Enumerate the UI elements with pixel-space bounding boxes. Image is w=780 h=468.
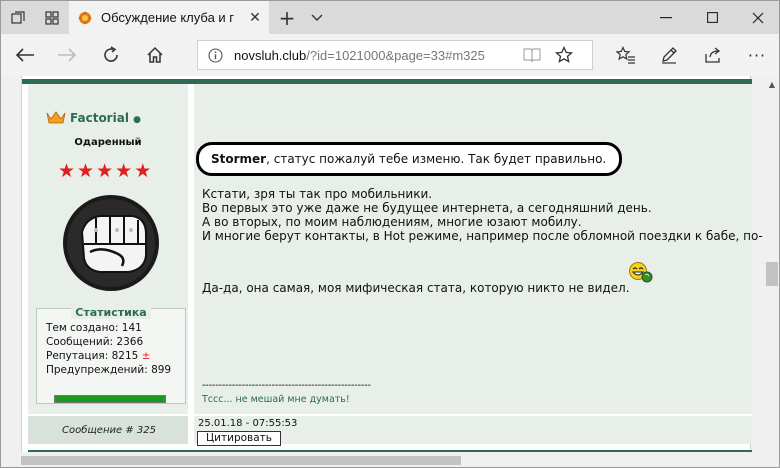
stat-messages: Сообщений: 2366: [46, 336, 144, 348]
message-number-cell: Сообщение # 325: [28, 414, 188, 444]
signature-text: Тссс... не мешай мне думать!: [202, 394, 350, 405]
pen-icon: [662, 47, 677, 64]
minimize-button[interactable]: [643, 1, 689, 34]
refresh-icon: [104, 46, 118, 62]
more-menu-button[interactable]: ···: [739, 39, 775, 71]
author-name[interactable]: Factorial ●: [70, 111, 141, 125]
post-author-panel: Factorial ● Одаренный ★ ★ ★ ★ ★ Статистика Т…: [28, 84, 188, 414]
reply-text: Stormer, статус пожалуй тебе изменю. Так…: [211, 152, 607, 166]
message-line: А во вторых, по моим наблюдениям, многие…: [202, 215, 582, 229]
active-tab[interactable]: Обсуждение клуба и г ✕: [69, 1, 269, 34]
reading-view-icon[interactable]: [523, 47, 541, 63]
share-button[interactable]: [695, 39, 731, 71]
favorites-hub-button[interactable]: [608, 39, 644, 71]
arrow-right-icon: [58, 48, 77, 62]
message-line: И многие берут контакты, в Hot режиме, н…: [202, 229, 763, 243]
url-text: novsluh.club/?id=1021000&page=33#m325: [234, 48, 485, 63]
minimize-icon: [660, 16, 672, 18]
favorites-list-icon: [616, 46, 635, 64]
tab-preview-icon: [45, 10, 59, 25]
horizontal-scrollbar[interactable]: [1, 452, 763, 467]
star-icon: ★: [96, 160, 114, 182]
message-line-second-paragraph: Да-да, она самая, моя мифическая стата, …: [202, 281, 630, 295]
share-icon: [705, 47, 721, 63]
message-line: Во первых это уже даже не будущее интерн…: [202, 201, 652, 215]
new-tab-button[interactable]: +: [273, 1, 301, 34]
star-icon: ★: [77, 160, 95, 182]
warnings-progress-fill: [55, 396, 165, 402]
rating-stars: ★ ★ ★ ★ ★: [58, 162, 151, 181]
back-button[interactable]: [7, 39, 43, 71]
plus-icon: +: [278, 5, 296, 30]
post-date: 25.01.18 - 07:55:53: [198, 418, 298, 429]
message-line: Кстати, зря ты так про мобильники.: [202, 187, 433, 201]
tab-preview-button[interactable]: [35, 1, 69, 34]
web-page: Factorial ● Одаренный ★ ★ ★ ★ ★ Статистика Т…: [1, 76, 763, 467]
more-dots-icon: ···: [747, 45, 767, 65]
tab-dropdown-button[interactable]: [303, 1, 331, 34]
tab-bar: Обсуждение клуба и г ✕ +: [1, 1, 779, 34]
tab-title: Обсуждение клуба и г: [101, 10, 235, 25]
statistics-title: Статистика: [71, 306, 151, 319]
stat-reputation: Репутация: 8215 ±: [46, 350, 151, 362]
fist-avatar-icon[interactable]: [62, 194, 160, 292]
favorite-star-icon[interactable]: [555, 46, 573, 64]
horizontal-scroll-thumb[interactable]: [21, 456, 461, 465]
home-button[interactable]: [137, 39, 173, 71]
maximize-button[interactable]: [689, 1, 735, 34]
online-status-icon: ●: [133, 115, 141, 125]
stat-topics-created: Тем создано: 141: [46, 322, 142, 334]
highlighted-reply: Stormer, статус пожалуй тебе изменю. Так…: [196, 142, 622, 176]
arrow-left-icon: [15, 48, 34, 62]
star-icon: ★: [58, 160, 76, 182]
laughing-smiley-icon: [629, 262, 653, 283]
author-rank: Одаренный: [74, 137, 142, 148]
forum-post-container: Factorial ● Одаренный ★ ★ ★ ★ ★ Статистика Т…: [21, 76, 763, 467]
star-icon: ★: [115, 160, 133, 182]
scroll-up-icon[interactable]: ▲: [767, 80, 777, 90]
crown-icon: [46, 111, 66, 124]
site-favicon-icon: [78, 10, 92, 25]
notes-button[interactable]: [651, 39, 687, 71]
chevron-down-icon: [311, 14, 323, 21]
statistics-box: Статистика Тем создано: 141 Сообщений: 2…: [36, 306, 186, 404]
browser-window: Обсуждение клуба и г ✕ + novsluh.club/?i…: [0, 0, 780, 468]
close-icon: [752, 12, 764, 23]
quote-button[interactable]: Цитировать: [197, 431, 281, 446]
navigation-bar: novsluh.club/?id=1021000&page=33#m325 ··…: [1, 34, 779, 76]
star-icon: ★: [134, 160, 152, 182]
warnings-progress-bar: [54, 395, 166, 403]
tab-list-icon: [11, 10, 25, 24]
close-window-button[interactable]: [735, 1, 779, 34]
vertical-scrollbar[interactable]: ▲: [763, 76, 779, 467]
forward-button[interactable]: [49, 39, 85, 71]
message-number[interactable]: Сообщение # 325: [62, 425, 156, 436]
signature-separator: ----------------------------------------…: [202, 380, 371, 391]
tab-manager-button[interactable]: [1, 1, 35, 34]
refresh-button[interactable]: [93, 39, 129, 71]
mentioned-user: Stormer: [211, 152, 267, 166]
tab-close-icon[interactable]: ✕: [247, 10, 263, 26]
reputation-vote-icon[interactable]: ±: [142, 350, 151, 362]
message-footer: 25.01.18 - 07:55:53 Цитировать: [194, 414, 752, 446]
home-icon: [147, 46, 163, 63]
stat-warnings: Предупреждений: 899: [46, 364, 172, 376]
info-icon[interactable]: [208, 48, 223, 63]
message-body: Кстати, зря ты так про мобильники. Во пе…: [202, 187, 763, 243]
vertical-scroll-thumb[interactable]: [766, 262, 778, 286]
maximize-icon: [706, 12, 718, 23]
post-message-panel: Stormer, статус пожалуй тебе изменю. Так…: [194, 84, 763, 414]
address-bar[interactable]: novsluh.club/?id=1021000&page=33#m325: [197, 40, 593, 70]
